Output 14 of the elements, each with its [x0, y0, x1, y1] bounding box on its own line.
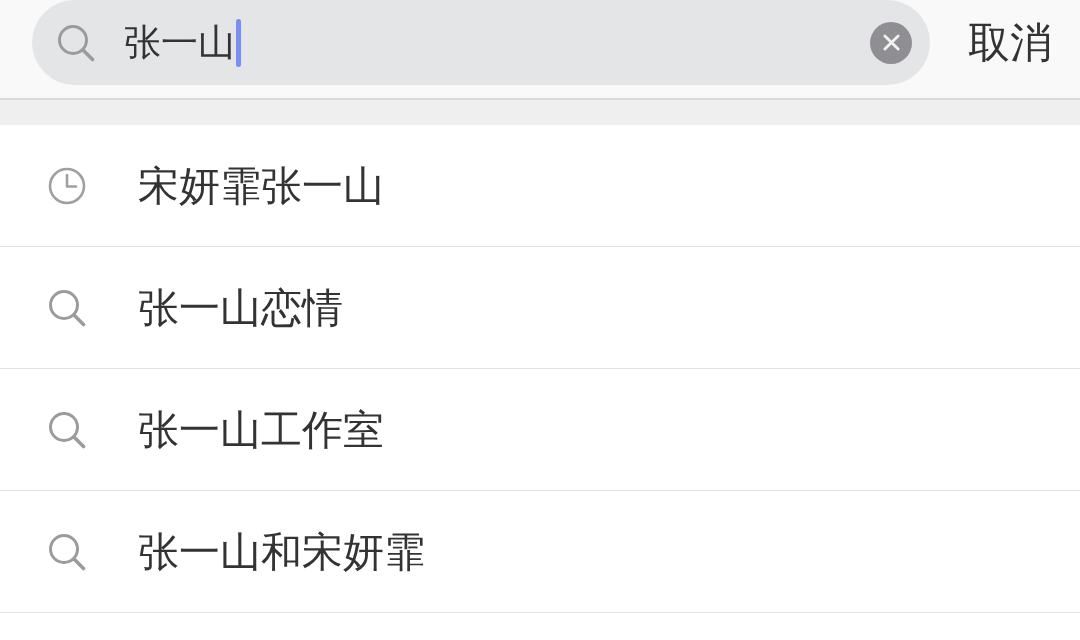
search-icon — [48, 288, 86, 327]
suggestion-text: 张一山工作室 — [138, 404, 384, 455]
search-icon — [57, 23, 95, 62]
search-icon — [48, 532, 86, 571]
suggestion-text: 张一山恋情 — [138, 282, 343, 333]
search-icon — [48, 410, 86, 449]
suggestion-text: 张一山和宋妍霏 — [138, 526, 425, 577]
search-field[interactable]: 张一山 — [32, 0, 930, 85]
clear-button[interactable] — [870, 21, 912, 64]
search-text: 张一山 — [124, 19, 235, 66]
close-icon — [882, 34, 900, 51]
cancel-button[interactable]: 取消 — [968, 0, 1052, 85]
suggestion-text: 宋妍霏张一山 — [138, 160, 384, 211]
clock-icon — [48, 166, 86, 205]
